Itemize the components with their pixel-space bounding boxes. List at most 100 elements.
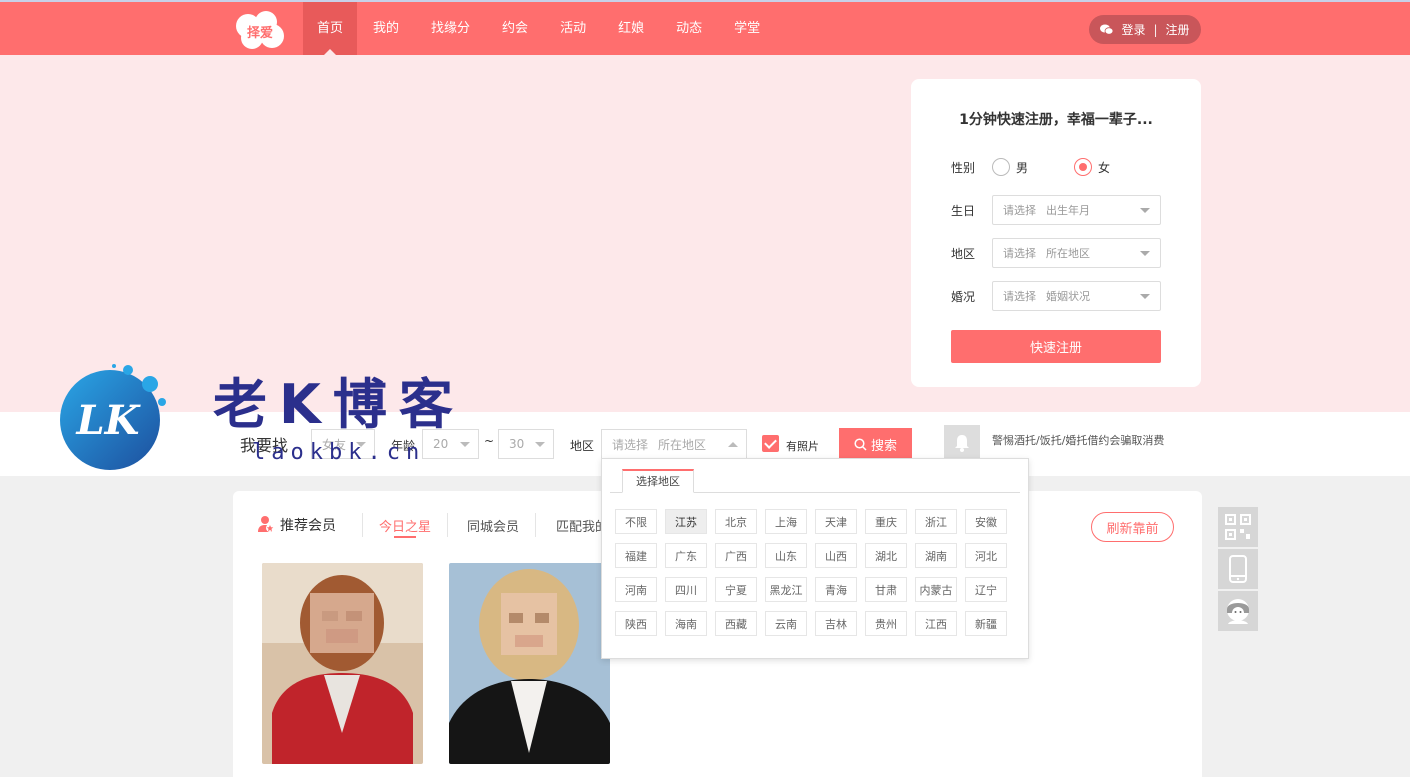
birthday-label: 生日 (951, 203, 976, 218)
active-tab-underline (394, 536, 416, 538)
tab-same-city[interactable]: 同城会员 (467, 516, 519, 535)
bell-icon (955, 435, 969, 452)
region-placeholder-hint: 所在地区 (1046, 247, 1090, 260)
region-option[interactable]: 江西 (915, 611, 957, 636)
region-option[interactable]: 陕西 (615, 611, 657, 636)
region-option[interactable]: 广东 (665, 543, 707, 568)
main-nav: 首页 我的 找缘分 约会 活动 红娘 动态 学堂 (303, 2, 776, 55)
nav-academy[interactable]: 学堂 (718, 2, 776, 55)
region-option[interactable]: 山东 (765, 543, 807, 568)
gender-row: 性别 男 女 (951, 152, 1161, 182)
region-option[interactable]: 江苏 (665, 509, 707, 534)
region-option[interactable]: 河南 (615, 577, 657, 602)
marital-placeholder-hint: 婚姻状况 (1046, 290, 1090, 303)
nav-mine[interactable]: 我的 (357, 2, 415, 55)
gender-male-radio[interactable]: 男 (992, 158, 1028, 176)
tab-select-region[interactable]: 选择地区 (622, 469, 694, 493)
age-from-value: 20 (433, 437, 449, 451)
tab-today-star[interactable]: 今日之星 (379, 516, 431, 535)
region-option[interactable]: 辽宁 (965, 577, 1007, 602)
nav-feed[interactable]: 动态 (660, 2, 718, 55)
nav-home[interactable]: 首页 (303, 2, 358, 55)
login-separator: | (1153, 22, 1158, 37)
marital-placeholder: 请选择 (1003, 290, 1036, 303)
customer-service-avatar-icon (1227, 599, 1249, 624)
site-logo[interactable]: 择爱 (232, 10, 288, 50)
region-option[interactable]: 青海 (815, 577, 857, 602)
region-option[interactable]: 甘肃 (865, 577, 907, 602)
register-title: 1分钟快速注册，幸福一辈子... (959, 112, 1153, 128)
radio-circle-icon (992, 158, 1010, 176)
region-option[interactable]: 吉林 (815, 611, 857, 636)
male-label: 男 (1016, 160, 1029, 175)
region-option[interactable]: 安徽 (965, 509, 1007, 534)
member-star-icon (258, 516, 274, 532)
region-option[interactable]: 宁夏 (715, 577, 757, 602)
refresh-top-button[interactable]: 刷新靠前 (1091, 512, 1174, 542)
nav-matchmaker[interactable]: 红娘 (602, 2, 660, 55)
member-photo[interactable] (262, 563, 423, 764)
notice-bell (944, 425, 980, 461)
nav-find-match[interactable]: 找缘分 (415, 2, 486, 55)
region-option[interactable]: 新疆 (965, 611, 1007, 636)
title-divider (362, 513, 363, 537)
nav-dating[interactable]: 约会 (486, 2, 544, 55)
marital-select[interactable]: 请选择 婚姻状况 (992, 281, 1161, 311)
region-row: 地区 请选择 所在地区 (951, 238, 1161, 268)
region-option[interactable]: 黑龙江 (765, 577, 807, 602)
region-option[interactable]: 福建 (615, 543, 657, 568)
gender-female-radio[interactable]: 女 (1074, 158, 1110, 176)
marital-label: 婚况 (951, 289, 976, 304)
birthday-placeholder-hint: 出生年月 (1046, 204, 1090, 217)
mobile-tool[interactable] (1218, 549, 1258, 589)
login-link[interactable]: 登录 (1121, 21, 1145, 38)
region-option[interactable]: 云南 (765, 611, 807, 636)
has-photo-checkbox[interactable] (762, 435, 779, 452)
region-option[interactable]: 湖南 (915, 543, 957, 568)
region-option[interactable]: 上海 (765, 509, 807, 534)
search-region-select[interactable]: 请选择 所在地区 (601, 429, 747, 459)
birthday-placeholder: 请选择 (1003, 204, 1036, 217)
mobile-phone-icon (1229, 555, 1247, 583)
birthday-select[interactable]: 请选择 出生年月 (992, 195, 1161, 225)
region-option[interactable]: 广西 (715, 543, 757, 568)
register-link[interactable]: 注册 (1166, 21, 1190, 38)
region-option[interactable]: 天津 (815, 509, 857, 534)
region-select[interactable]: 请选择 所在地区 (992, 238, 1161, 268)
region-label: 地区 (951, 246, 976, 261)
region-option[interactable]: 贵州 (865, 611, 907, 636)
region-placeholder: 请选择 (1003, 247, 1036, 260)
nav-events[interactable]: 活动 (544, 2, 602, 55)
logo-text: 择爱 (247, 25, 273, 41)
watermark-text: 老K博客 (213, 373, 465, 436)
customer-service-tool[interactable] (1218, 591, 1258, 631)
region-option[interactable]: 浙江 (915, 509, 957, 534)
chevron-down-icon (1140, 251, 1150, 256)
region-option[interactable]: 海南 (665, 611, 707, 636)
watermark-url: laokbk.cn (252, 440, 426, 465)
age-to-select[interactable]: 30 (498, 429, 554, 459)
qrcode-tool[interactable] (1218, 507, 1258, 547)
fraud-warning[interactable]: 警惕酒托/饭托/婚托借约会骗取消费 (992, 432, 1164, 448)
member-photo[interactable] (449, 563, 610, 764)
region-option[interactable]: 内蒙古 (915, 577, 957, 602)
search-region-hint: 所在地区 (658, 437, 707, 452)
region-option[interactable]: 河北 (965, 543, 1007, 568)
region-option[interactable]: 不限 (615, 509, 657, 534)
region-option[interactable]: 重庆 (865, 509, 907, 534)
region-option[interactable]: 四川 (665, 577, 707, 602)
marital-row: 婚况 请选择 婚姻状况 (951, 281, 1161, 311)
chevron-down-icon (1140, 208, 1150, 213)
quick-register-button[interactable]: 快速注册 (951, 330, 1161, 363)
region-option[interactable]: 西藏 (715, 611, 757, 636)
chevron-down-icon (535, 442, 545, 447)
search-button[interactable]: 搜索 (839, 428, 912, 460)
region-option[interactable]: 湖北 (865, 543, 907, 568)
search-region-label: 地区 (570, 439, 595, 453)
region-option[interactable]: 山西 (815, 543, 857, 568)
quick-register-card: 1分钟快速注册，幸福一辈子... 性别 男 女 生日 请选择 出生年月 地区 请… (911, 79, 1201, 387)
watermark-logo: LK (60, 364, 166, 470)
search-button-label: 搜索 (870, 438, 897, 454)
region-option[interactable]: 北京 (715, 509, 757, 534)
chevron-down-icon (1140, 294, 1150, 299)
